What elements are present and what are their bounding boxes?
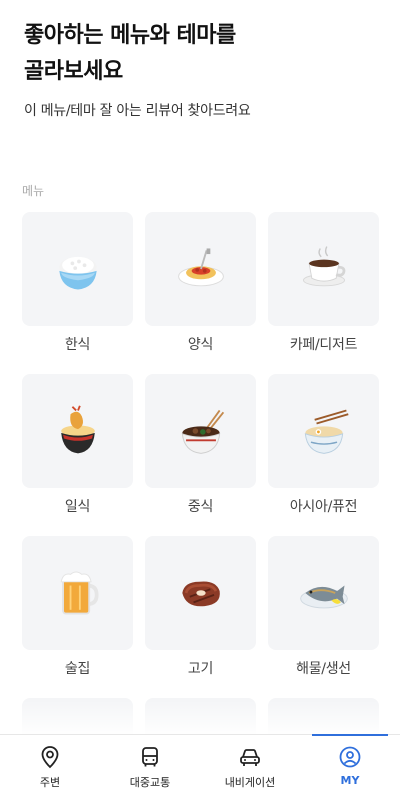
menu-tile[interactable] bbox=[268, 374, 379, 488]
menu-card-label: 양식 bbox=[187, 337, 214, 353]
noodle-bowl-icon bbox=[181, 409, 224, 454]
fish-plate-icon bbox=[299, 585, 348, 609]
nav-label: 내비게이션 bbox=[224, 776, 276, 789]
menu-card-label: 고기 bbox=[187, 661, 214, 677]
tempura-bowl-icon bbox=[60, 405, 95, 454]
ramen-bowl-icon bbox=[304, 409, 349, 454]
menu-tile[interactable] bbox=[268, 212, 379, 326]
scroll-fade bbox=[0, 700, 400, 736]
nav-label: 대중교통 bbox=[129, 776, 171, 789]
menu-card-bar[interactable]: 술집 bbox=[22, 536, 133, 678]
steak-icon bbox=[181, 581, 220, 607]
bottom-navigation: 주변 대중교통 내비게이션 MY bbox=[0, 734, 400, 791]
location-pin-icon bbox=[41, 746, 59, 769]
menu-tile[interactable] bbox=[268, 536, 379, 650]
nav-item-nearby[interactable]: 주변 bbox=[0, 735, 100, 791]
menu-card-label: 중식 bbox=[187, 499, 214, 515]
nav-item-my[interactable]: MY bbox=[300, 734, 400, 791]
nav-label: 주변 bbox=[39, 776, 61, 789]
menu-card-label: 카페/디저트 bbox=[289, 337, 358, 353]
menu-card-japanese[interactable]: 일식 bbox=[22, 374, 133, 516]
page-subtitle: 이 메뉴/테마 잘 아는 리뷰어 찾아드려요 bbox=[24, 103, 251, 119]
nav-item-navigation[interactable]: 내비게이션 bbox=[200, 735, 300, 791]
page-header: 좋아하는 메뉴와 테마를 골라보세요 이 메뉴/테마 잘 아는 리뷰어 찾아드려… bbox=[24, 18, 384, 120]
rice-bowl-icon bbox=[58, 256, 97, 290]
menu-card-cafe-dessert[interactable]: 카페/디저트 bbox=[268, 212, 379, 354]
menu-card-meat[interactable]: 고기 bbox=[145, 536, 256, 678]
menu-tile[interactable] bbox=[145, 374, 256, 488]
menu-tile[interactable] bbox=[22, 374, 133, 488]
coffee-cup-icon bbox=[302, 246, 345, 287]
menu-tile[interactable] bbox=[22, 536, 133, 650]
menu-card-label: 한식 bbox=[64, 337, 91, 353]
car-icon bbox=[240, 749, 260, 766]
beer-mug-icon bbox=[60, 571, 99, 615]
menu-tile[interactable] bbox=[22, 212, 133, 326]
menu-card-chinese[interactable]: 중식 bbox=[145, 374, 256, 516]
nav-item-transit[interactable]: 대중교통 bbox=[100, 735, 200, 791]
menu-card-label: 술집 bbox=[64, 661, 91, 677]
menu-card-korean[interactable]: 한식 bbox=[22, 212, 133, 354]
section-label-menu: 메뉴 bbox=[22, 184, 45, 198]
menu-card-seafood-fish[interactable]: 해물/생선 bbox=[268, 536, 379, 678]
menu-tile[interactable] bbox=[145, 536, 256, 650]
page-title-line-1: 좋아하는 메뉴와 테마를 bbox=[24, 23, 236, 48]
profile-icon bbox=[339, 746, 361, 768]
page-title-line-2: 골라보세요 bbox=[24, 59, 123, 84]
menu-card-western[interactable]: 양식 bbox=[145, 212, 256, 354]
menu-card-label: 일식 bbox=[64, 499, 91, 515]
menu-tile[interactable] bbox=[145, 212, 256, 326]
menu-card-asian-fusion[interactable]: 아시아/퓨전 bbox=[268, 374, 379, 516]
menu-card-label: 아시아/퓨전 bbox=[289, 499, 358, 515]
menu-card-label: 해물/생선 bbox=[296, 661, 351, 677]
spaghetti-icon bbox=[177, 248, 224, 287]
nav-label: MY bbox=[340, 774, 360, 787]
bus-icon bbox=[142, 747, 158, 767]
